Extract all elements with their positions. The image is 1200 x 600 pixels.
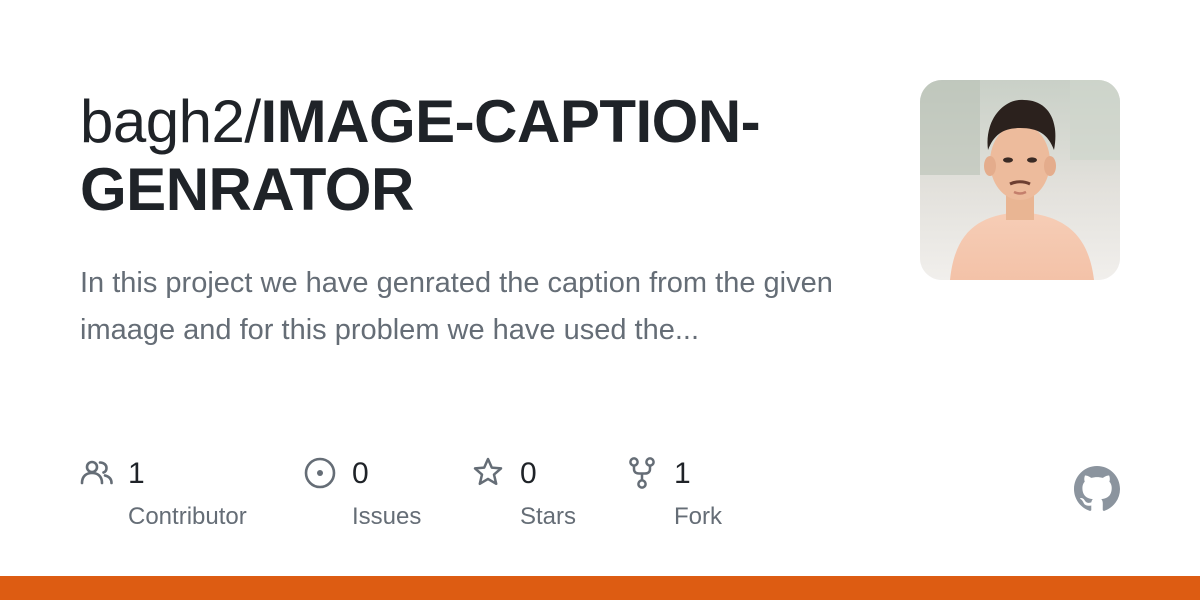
issue-icon (304, 457, 336, 489)
fork-label: Fork (674, 503, 722, 530)
contributor-count: 1 (128, 457, 145, 490)
repo-owner: bagh2/ (80, 88, 261, 155)
repo-title[interactable]: bagh2/IMAGE-CAPTION-GENRATOR (80, 88, 880, 224)
fork-icon (629, 457, 655, 489)
github-logo-icon[interactable] (1074, 466, 1120, 512)
star-label: Stars (520, 503, 577, 530)
repo-description: In this project we have genrated the cap… (80, 267, 833, 346)
star-count: 0 (520, 457, 537, 490)
contributor-label: Contributor (128, 503, 247, 530)
people-icon (80, 460, 113, 485)
fork-count: 1 (674, 457, 691, 490)
star-icon (473, 457, 503, 486)
issue-count: 0 (352, 457, 369, 490)
owner-avatar[interactable] (920, 80, 1120, 280)
avatar-photo (920, 80, 1120, 280)
language-color-bar (0, 576, 1200, 600)
issue-label: Issues (352, 503, 422, 530)
repo-social-card: bagh2/IMAGE-CAPTION-GENRATOR In this pro… (0, 0, 1200, 600)
